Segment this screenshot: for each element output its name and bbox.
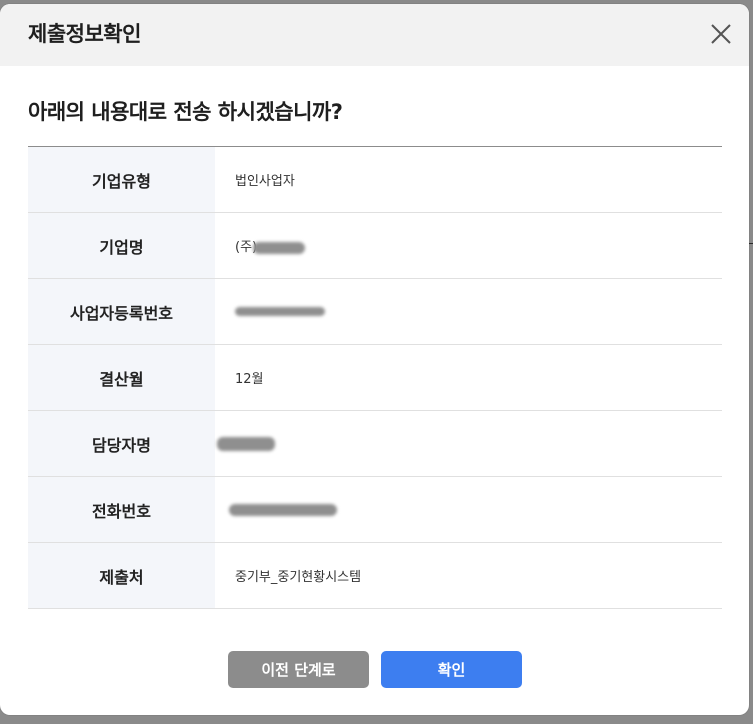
- confirm-button[interactable]: 확인: [381, 651, 522, 688]
- row-label-destination: 제출처: [28, 542, 215, 609]
- row-label-business-number: 사업자등록번호: [28, 278, 215, 345]
- row-value-company-name: (주): [215, 213, 722, 279]
- table-row: 제출처 중기부_중기현황시스템: [28, 542, 722, 609]
- row-value-settlement-month: 12월: [215, 345, 722, 411]
- submission-info-table: 기업유형 법인사업자 기업명 (주) 사업자등록번호 결산월 12월 담당자명: [28, 146, 722, 609]
- submit-info-dialog: 제출정보확인 아래의 내용대로 전송 하시겠습니까? 기업유형 법인사업자 기업…: [0, 4, 749, 715]
- row-value-business-number: [215, 279, 722, 345]
- table-row: 전화번호: [28, 476, 722, 543]
- row-label-company-type: 기업유형: [28, 146, 215, 213]
- close-button[interactable]: [707, 20, 735, 48]
- close-icon: [711, 24, 731, 44]
- value-text: 12월: [235, 372, 264, 387]
- redacted-block: [229, 503, 337, 516]
- row-value-phone: [215, 477, 722, 543]
- backdrop-divider: [749, 243, 753, 244]
- row-label-settlement-month: 결산월: [28, 344, 215, 411]
- dialog-title: 제출정보확인: [28, 22, 141, 46]
- redacted-block: [217, 436, 275, 451]
- table-row: 사업자등록번호: [28, 278, 722, 345]
- confirm-question: 아래의 내용대로 전송 하시겠습니까?: [28, 100, 343, 124]
- value-text: 중기부_중기현황시스템: [235, 570, 362, 585]
- previous-step-button[interactable]: 이전 단계로: [228, 651, 369, 688]
- value-text: 법인사업자: [235, 174, 295, 189]
- table-row: 기업유형 법인사업자: [28, 146, 722, 213]
- redacted-block: [235, 307, 325, 316]
- row-label-manager-name: 담당자명: [28, 410, 215, 477]
- table-row: 결산월 12월: [28, 344, 722, 411]
- table-row: 기업명 (주): [28, 212, 722, 279]
- redacted-block: [253, 241, 306, 254]
- row-label-phone: 전화번호: [28, 476, 215, 543]
- row-value-company-type: 법인사업자: [215, 147, 722, 213]
- table-row: 담당자명: [28, 410, 722, 477]
- dialog-header: 제출정보확인: [0, 4, 749, 66]
- row-label-company-name: 기업명: [28, 212, 215, 279]
- row-value-manager-name: [215, 411, 722, 477]
- row-value-destination: 중기부_중기현황시스템: [215, 543, 722, 609]
